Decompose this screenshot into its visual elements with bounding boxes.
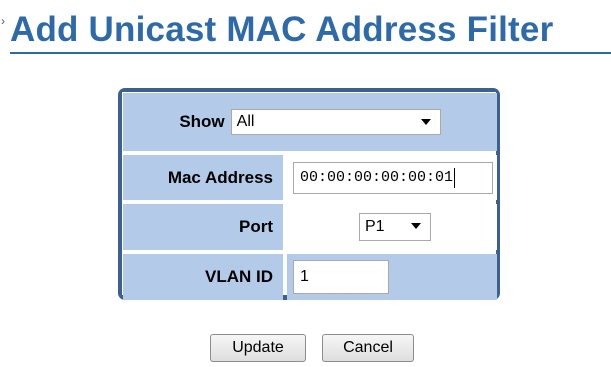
vlan-id-label: VLAN ID xyxy=(123,254,283,300)
vlan-id-cell: 1 xyxy=(287,254,497,300)
show-row: Show All xyxy=(123,93,497,151)
filter-form-frame: Show All Mac Address 00:00:00:00:00:01 P… xyxy=(118,88,500,300)
vlan-id-value: 1 xyxy=(300,268,309,285)
show-select-value: All xyxy=(236,113,255,130)
show-label: Show xyxy=(179,112,225,131)
cancel-button[interactable]: Cancel xyxy=(322,334,414,362)
filter-form-grid: Show All Mac Address 00:00:00:00:00:01 P… xyxy=(122,92,497,300)
show-select[interactable]: All xyxy=(230,109,441,135)
corner-mark: › xyxy=(1,14,5,28)
title-divider xyxy=(10,52,611,54)
port-cell: P1 xyxy=(287,204,497,250)
mac-address-label: Mac Address xyxy=(123,155,283,200)
page-title: Add Unicast MAC Address Filter xyxy=(10,10,554,49)
page: › Add Unicast MAC Address Filter Show Al… xyxy=(0,0,611,367)
port-select-value: P1 xyxy=(365,218,385,235)
mac-address-input[interactable]: 00:00:00:00:00:01 xyxy=(293,161,493,194)
port-select[interactable]: P1 xyxy=(359,213,431,241)
mac-address-value: 00:00:00:00:00:01 xyxy=(300,169,454,186)
chevron-down-icon xyxy=(420,119,431,125)
vlan-id-input[interactable]: 1 xyxy=(293,260,389,294)
mac-address-cell: 00:00:00:00:00:01 xyxy=(287,155,497,200)
update-button[interactable]: Update xyxy=(210,334,306,362)
port-label: Port xyxy=(123,204,283,250)
chevron-down-icon xyxy=(411,223,421,229)
text-cursor xyxy=(454,167,456,188)
